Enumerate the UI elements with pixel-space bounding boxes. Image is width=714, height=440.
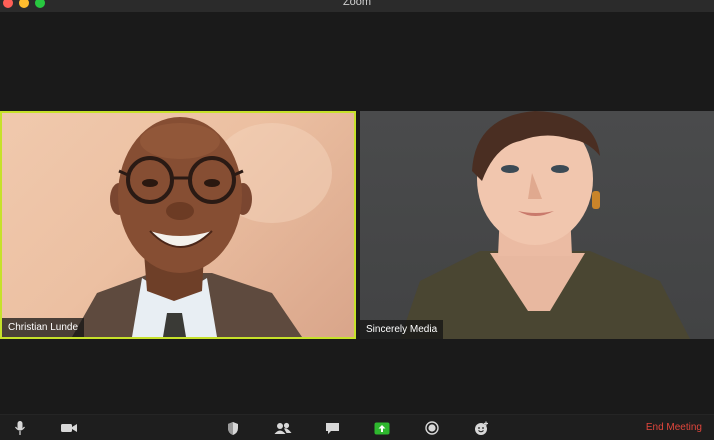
participant-video <box>72 117 332 337</box>
title-bar: Zoom <box>0 0 714 12</box>
chat-icon[interactable] <box>324 419 340 437</box>
participants-icon[interactable] <box>274 419 292 437</box>
end-meeting-button[interactable]: End Meeting <box>646 419 702 437</box>
record-icon[interactable] <box>424 419 439 437</box>
participant-name-label: Christian Lunde <box>2 318 85 337</box>
window-title: Zoom <box>342 0 372 8</box>
video-camera-icon[interactable] <box>60 419 78 437</box>
meeting-toolbar: End Meeting <box>0 414 714 440</box>
share-screen-icon[interactable] <box>373 419 390 437</box>
participant-video <box>400 111 690 339</box>
video-tile-sincerely-media[interactable]: Sincerely Media <box>360 111 714 339</box>
reactions-icon[interactable] <box>473 419 489 437</box>
microphone-icon[interactable] <box>12 419 28 437</box>
video-tile-christian-lunde[interactable]: Christian Lunde <box>0 111 356 339</box>
participant-name-label: Sincerely Media <box>360 320 444 339</box>
security-shield-icon[interactable] <box>226 419 240 437</box>
gallery-view: Christian Lunde Sincerely Media <box>0 12 714 414</box>
